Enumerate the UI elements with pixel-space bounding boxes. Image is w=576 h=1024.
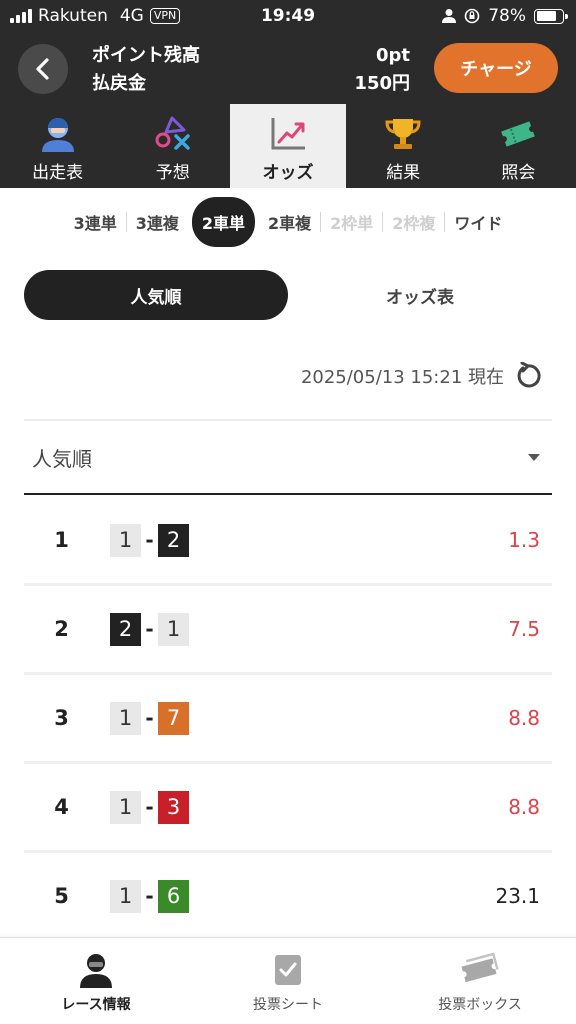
tab-label: オッズ — [262, 163, 314, 183]
popularity-rank: 1 — [54, 528, 69, 552]
header: ポイント残高 払戻金 0pt 150円 チャージ — [0, 32, 576, 104]
popularity-rank: 3 — [54, 706, 69, 730]
odds-row[interactable]: 2 2 - 1 7.5 — [24, 586, 552, 675]
refund-value: 150円 — [354, 73, 410, 94]
charge-button[interactable]: チャージ — [434, 43, 558, 93]
balance-labels: ポイント残高 払戻金 — [92, 42, 200, 98]
vote-sheet-icon — [272, 950, 304, 990]
dash: - — [145, 617, 154, 641]
update-timestamp: 2025/05/13 15:21 現在 — [301, 362, 542, 390]
nav-label: 投票ボックス — [438, 997, 522, 1013]
trophy-icon — [383, 114, 423, 154]
race-info-icon — [76, 950, 116, 990]
tab-results[interactable]: 結果 — [346, 104, 461, 188]
combination: 1 - 6 — [110, 879, 189, 913]
dash: - — [145, 884, 154, 908]
vote-box-icon — [460, 950, 500, 990]
odds-list: 1 1 - 2 1.3 2 2 - 1 7.5 3 1 - 7 8.8 4 1 … — [24, 497, 552, 942]
bet-type-trifecta[interactable]: 3連単 — [65, 210, 126, 234]
battery-percent: 78% — [488, 6, 526, 26]
odds-value: 23.1 — [495, 884, 540, 908]
racer-icon — [38, 114, 78, 154]
refresh-icon[interactable] — [514, 362, 542, 390]
first-car-badge: 1 — [110, 879, 141, 913]
bottom-nav: レース情報 投票シート 投票ボックス — [0, 937, 576, 1024]
nav-vote-box[interactable]: 投票ボックス — [384, 938, 576, 1024]
bet-type-trio[interactable]: 3連複 — [127, 210, 188, 234]
back-button[interactable] — [18, 44, 68, 94]
combination: 2 - 1 — [110, 612, 189, 646]
first-car-badge: 1 — [110, 701, 141, 735]
point-value: 0pt — [375, 45, 410, 66]
first-car-badge: 1 — [110, 523, 141, 557]
second-car-badge: 1 — [158, 612, 189, 646]
tab-prediction[interactable]: 予想 — [115, 104, 230, 188]
second-car-badge: 3 — [158, 790, 189, 824]
nav-label: レース情報 — [61, 997, 131, 1013]
combination: 1 - 2 — [110, 523, 189, 557]
bet-type-exacta[interactable]: 2車単 — [191, 197, 255, 247]
tab-label: 照会 — [501, 163, 536, 183]
point-label: ポイント残高 — [92, 45, 200, 66]
tab-label: 出走表 — [32, 163, 84, 183]
battery-icon — [534, 8, 568, 24]
combination: 1 - 7 — [110, 701, 189, 735]
odds-value: 7.5 — [508, 617, 540, 641]
tab-odds[interactable]: オッズ — [230, 104, 346, 188]
second-car-badge: 2 — [158, 523, 189, 557]
tab-label: 結果 — [386, 163, 421, 183]
orientation-lock-icon — [464, 8, 480, 24]
person-icon — [442, 9, 457, 23]
prediction-icon — [153, 114, 193, 154]
main-tab-bar: 出走表 予想 オッズ 結果 照会 — [0, 104, 576, 188]
first-car-badge: 2 — [110, 612, 141, 646]
odds-row[interactable]: 3 1 - 7 8.8 — [24, 675, 552, 764]
second-car-badge: 6 — [158, 879, 189, 913]
bet-type-bracket-exacta: 2枠単 — [330, 214, 374, 233]
nav-vote-sheet[interactable]: 投票シート — [192, 938, 384, 1024]
first-car-badge: 1 — [110, 790, 141, 824]
odds-row[interactable]: 4 1 - 3 8.8 — [24, 764, 552, 853]
tab-label: 予想 — [155, 163, 190, 183]
status-right: 78% — [442, 6, 568, 26]
sort-select[interactable]: 人気順 — [24, 421, 552, 495]
bet-type-quinella[interactable]: 2車複 — [259, 210, 320, 234]
tab-inquiry[interactable]: 照会 — [461, 104, 576, 188]
bet-type-bracket-quinella: 2枠複 — [392, 214, 436, 233]
chevron-left-icon — [36, 58, 49, 80]
dash: - — [145, 528, 154, 552]
odds-row[interactable]: 1 1 - 2 1.3 — [24, 497, 552, 586]
dash: - — [145, 795, 154, 819]
second-car-badge: 7 — [158, 701, 189, 735]
bet-type-tabs: 3連単 3連複 2車単 2車複 2枠単 2枠複 ワイド — [0, 196, 576, 248]
odds-table-view-button[interactable]: オッズ表 — [288, 270, 552, 320]
tab-entry-list[interactable]: 出走表 — [0, 104, 115, 188]
popularity-rank: 4 — [54, 795, 69, 819]
ticket-icon — [498, 114, 538, 154]
status-bar: Rakuten 4G VPN 19:49 78% — [0, 0, 576, 32]
popularity-view-button[interactable]: 人気順 — [24, 270, 288, 320]
nav-label: 投票シート — [253, 997, 323, 1013]
refund-label: 払戻金 — [92, 73, 146, 94]
popularity-rank: 5 — [54, 884, 69, 908]
battery-level — [536, 11, 556, 21]
odds-row[interactable]: 5 1 - 6 23.1 — [24, 853, 552, 942]
odds-value: 1.3 — [508, 528, 540, 552]
odds-value: 8.8 — [508, 706, 540, 730]
odds-chart-icon — [268, 114, 308, 154]
view-toggle: 人気順 オッズ表 — [24, 270, 552, 320]
sort-select-value: 人気順 — [32, 446, 92, 471]
popularity-rank: 2 — [54, 617, 69, 641]
balance-values: 0pt 150円 — [354, 42, 410, 98]
odds-value: 8.8 — [508, 795, 540, 819]
combination: 1 - 3 — [110, 790, 189, 824]
timestamp-text: 2025/05/13 15:21 現在 — [300, 367, 504, 388]
bet-type-wide[interactable]: ワイド — [445, 210, 511, 234]
nav-race-info[interactable]: レース情報 — [0, 938, 192, 1024]
caret-down-icon — [528, 453, 540, 461]
dash: - — [145, 706, 154, 730]
